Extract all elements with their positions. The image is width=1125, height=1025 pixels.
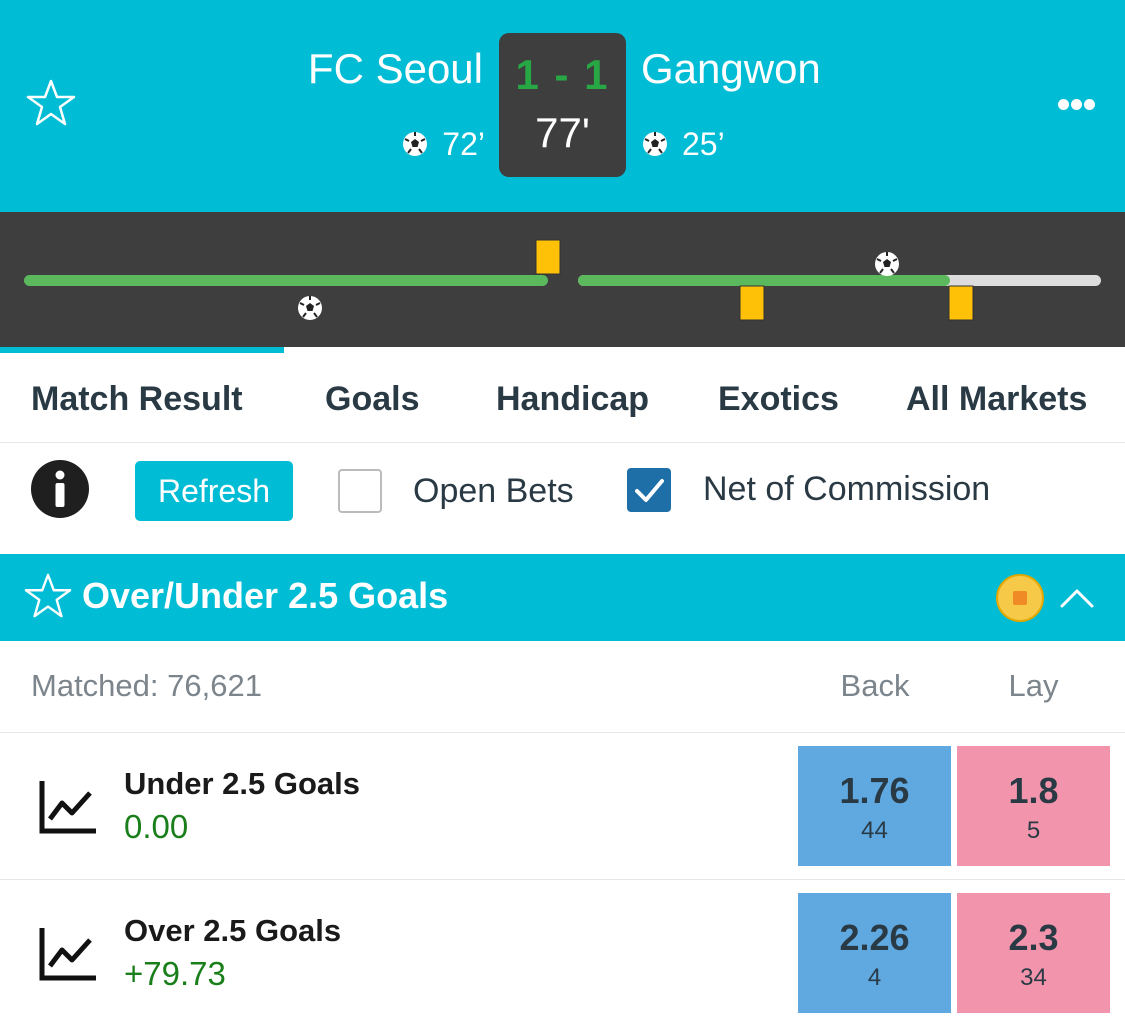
- market-tabs: Match Result Goals Handicap Exotics All …: [0, 353, 1125, 443]
- controls-bar: Refresh Open Bets Net of Commission: [0, 443, 1125, 553]
- soccer-ball-icon: [403, 132, 428, 156]
- matched-amount: Matched: 76,621: [31, 668, 262, 703]
- home-team-name: FC Seoul: [307, 45, 483, 92]
- runner-name: Under 2.5 Goals: [124, 766, 361, 801]
- yellow-card-icon: [739, 285, 765, 321]
- back-price: 1.76: [839, 770, 910, 811]
- runner-name: Over 2.5 Goals: [124, 913, 342, 948]
- back-size: 4: [867, 964, 882, 991]
- favourite-market-star-icon[interactable]: [24, 572, 72, 620]
- market-header[interactable]: Over/Under 2.5 Goals: [0, 554, 1125, 641]
- timeline-graphic: [24, 239, 1101, 321]
- coin-icon[interactable]: [995, 573, 1045, 623]
- back-price: 2.26: [839, 917, 910, 958]
- open-bets-label: Open Bets: [413, 472, 574, 510]
- chart-icon[interactable]: [38, 779, 98, 835]
- open-bets-checkbox[interactable]: [338, 469, 382, 513]
- second-half-progress: [578, 275, 950, 286]
- lay-column-label: Lay: [1008, 668, 1059, 703]
- lay-odds-button[interactable]: 2.3 34: [957, 893, 1110, 1013]
- soccer-ball-icon: [875, 252, 899, 276]
- net-commission-checkbox[interactable]: [627, 468, 671, 512]
- runner-row: Over 2.5 Goals +79.73 2.26 4 2.3 34: [0, 880, 1125, 1025]
- match-header: FC Seoul Gangwon 1 - 1 77' 72’ 25’: [0, 0, 1125, 212]
- lay-odds-button[interactable]: 1.8 5: [957, 746, 1110, 866]
- tab-exotics[interactable]: Exotics: [718, 377, 839, 421]
- lay-price: 2.3: [1008, 917, 1059, 958]
- lay-price: 1.8: [1008, 770, 1059, 811]
- soccer-ball-icon: [643, 132, 667, 156]
- tab-all-markets[interactable]: All Markets: [906, 377, 1087, 421]
- home-goal-event: 72’: [402, 124, 485, 164]
- away-goal-event: 25’: [642, 124, 725, 164]
- market-title: Over/Under 2.5 Goals: [82, 575, 449, 616]
- chevron-up-icon[interactable]: [1058, 580, 1096, 614]
- home-goal-time: 72’: [442, 126, 485, 162]
- checkmark-icon: [635, 479, 664, 502]
- away-goal-time: 25’: [682, 126, 725, 162]
- lay-size: 34: [1020, 964, 1047, 991]
- lay-size: 5: [1026, 817, 1041, 844]
- score-box: 1 - 1 77': [499, 33, 626, 177]
- runner-profit-loss: +79.73: [124, 955, 226, 992]
- favourite-star-icon[interactable]: [26, 78, 76, 128]
- yellow-card-icon: [948, 285, 974, 321]
- back-column-label: Back: [840, 668, 910, 703]
- soccer-ball-icon: [298, 296, 322, 320]
- runner-row: Under 2.5 Goals 0.00 1.76 44 1.8 5: [0, 733, 1125, 880]
- yellow-card-icon: [535, 239, 561, 275]
- back-odds-button[interactable]: 1.76 44: [798, 746, 951, 866]
- market-column-header: Matched: 76,621 Back Lay: [0, 641, 1125, 733]
- tab-match-result[interactable]: Match Result: [31, 377, 243, 421]
- back-odds-button[interactable]: 2.26 4: [798, 893, 951, 1013]
- match-clock: 77': [535, 109, 590, 156]
- away-team-name: Gangwon: [641, 45, 821, 92]
- more-icon[interactable]: [1058, 97, 1098, 111]
- info-icon[interactable]: [30, 459, 90, 519]
- net-commission-label: Net of Commission: [703, 470, 991, 508]
- tab-handicap[interactable]: Handicap: [496, 377, 649, 421]
- runner-profit-loss: 0.00: [124, 808, 189, 845]
- chart-icon[interactable]: [38, 926, 98, 982]
- first-half-bar: [24, 275, 548, 286]
- score: 1 - 1: [515, 51, 610, 98]
- back-size: 44: [861, 817, 888, 844]
- refresh-button[interactable]: Refresh: [135, 461, 293, 521]
- match-timeline: [0, 212, 1125, 347]
- tab-goals[interactable]: Goals: [325, 377, 419, 421]
